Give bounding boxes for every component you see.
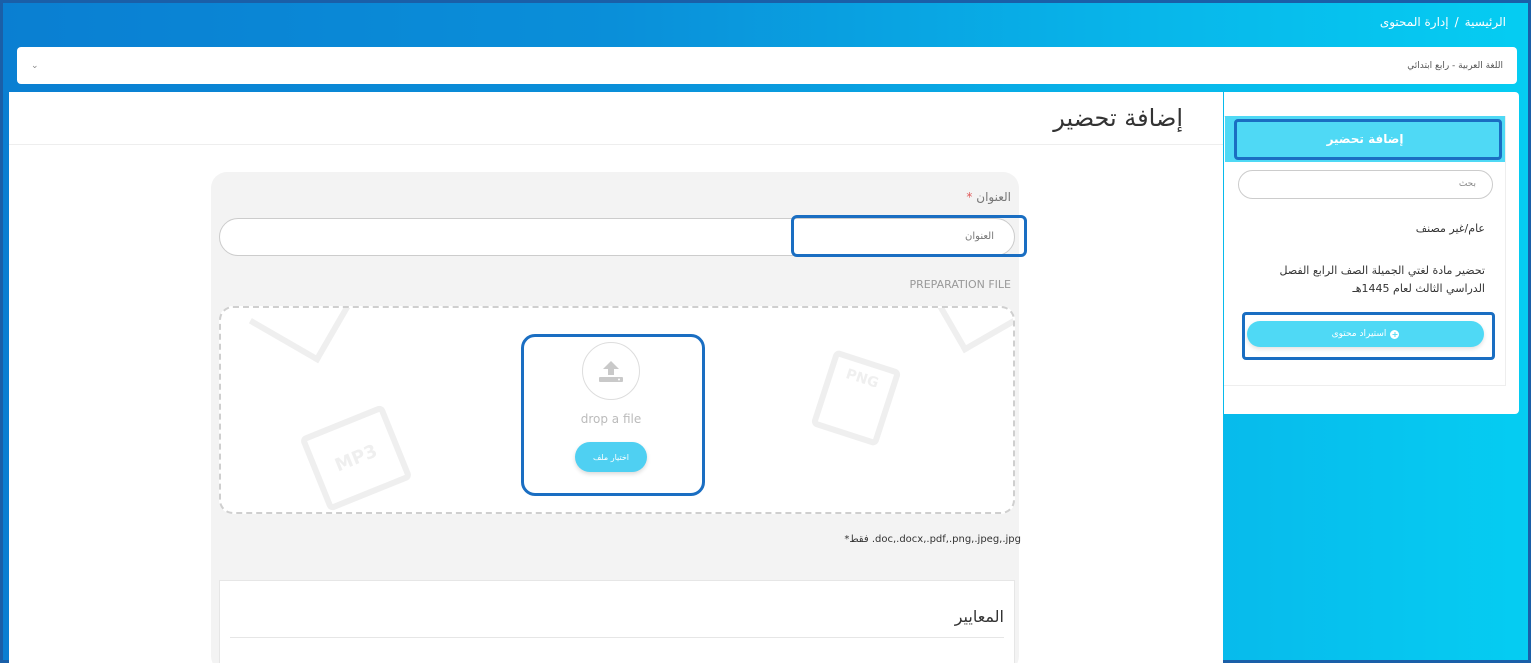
criteria-divider bbox=[230, 637, 1004, 638]
mp3-file-icon: MP3 bbox=[299, 404, 413, 512]
title-label-text: العنوان bbox=[976, 190, 1011, 204]
language-select-value: اللغة العربية - رابع ابتدائي bbox=[1407, 60, 1503, 71]
sidebar-search-input[interactable]: بحث bbox=[1238, 170, 1493, 199]
sidebar-header-highlight bbox=[1234, 119, 1502, 160]
mp3-icon-text: MP3 bbox=[331, 440, 381, 476]
criteria-title: المعايير bbox=[954, 607, 1004, 626]
import-button-highlight bbox=[1242, 312, 1495, 360]
page-title: إضافة تحضير bbox=[1053, 104, 1183, 132]
sidebar-category[interactable]: عام/غير مصنف bbox=[1416, 222, 1485, 235]
breadcrumb-separator: / bbox=[1454, 15, 1459, 29]
breadcrumb-current: إدارة المحتوى bbox=[1379, 15, 1449, 29]
language-select[interactable]: ⌄ اللغة العربية - رابع ابتدائي bbox=[17, 47, 1517, 84]
decor-shape-right bbox=[928, 308, 1013, 354]
chevron-down-icon: ⌄ bbox=[31, 60, 39, 71]
criteria-section: المعايير bbox=[219, 580, 1015, 663]
sidebar-search-placeholder: بحث bbox=[1458, 179, 1476, 189]
required-mark: * bbox=[966, 190, 973, 204]
preparation-file-label: PREPARATION FILE bbox=[909, 278, 1011, 291]
main-panel: إضافة تحضير العنوان * العنوان PREPARATIO… bbox=[9, 92, 1223, 663]
breadcrumb: الرئيسية / إدارة المحتوى bbox=[1380, 15, 1506, 29]
title-label: العنوان * bbox=[966, 190, 1011, 204]
sidebar-item-description[interactable]: تحضير مادة لغتي الجميلة الصف الرابع الفص… bbox=[1265, 262, 1485, 298]
breadcrumb-home[interactable]: الرئيسية bbox=[1465, 15, 1506, 29]
main-header: إضافة تحضير bbox=[9, 92, 1223, 145]
allowed-formats-text: *فقط .doc,.docx,.pdf,.png,.jpeg,.jpg bbox=[844, 534, 1021, 545]
sidebar-panel: إضافة تحضير بحث عام/غير مصنف تحضير مادة … bbox=[1224, 92, 1519, 414]
png-file-icon: PNG bbox=[810, 349, 902, 447]
title-input-highlight bbox=[791, 215, 1027, 257]
png-icon-text: PNG bbox=[843, 366, 881, 392]
form-card: العنوان * العنوان PREPARATION FILE MP3 P… bbox=[211, 172, 1027, 663]
dropzone-highlight bbox=[521, 334, 705, 496]
decor-shape-left bbox=[248, 308, 354, 364]
